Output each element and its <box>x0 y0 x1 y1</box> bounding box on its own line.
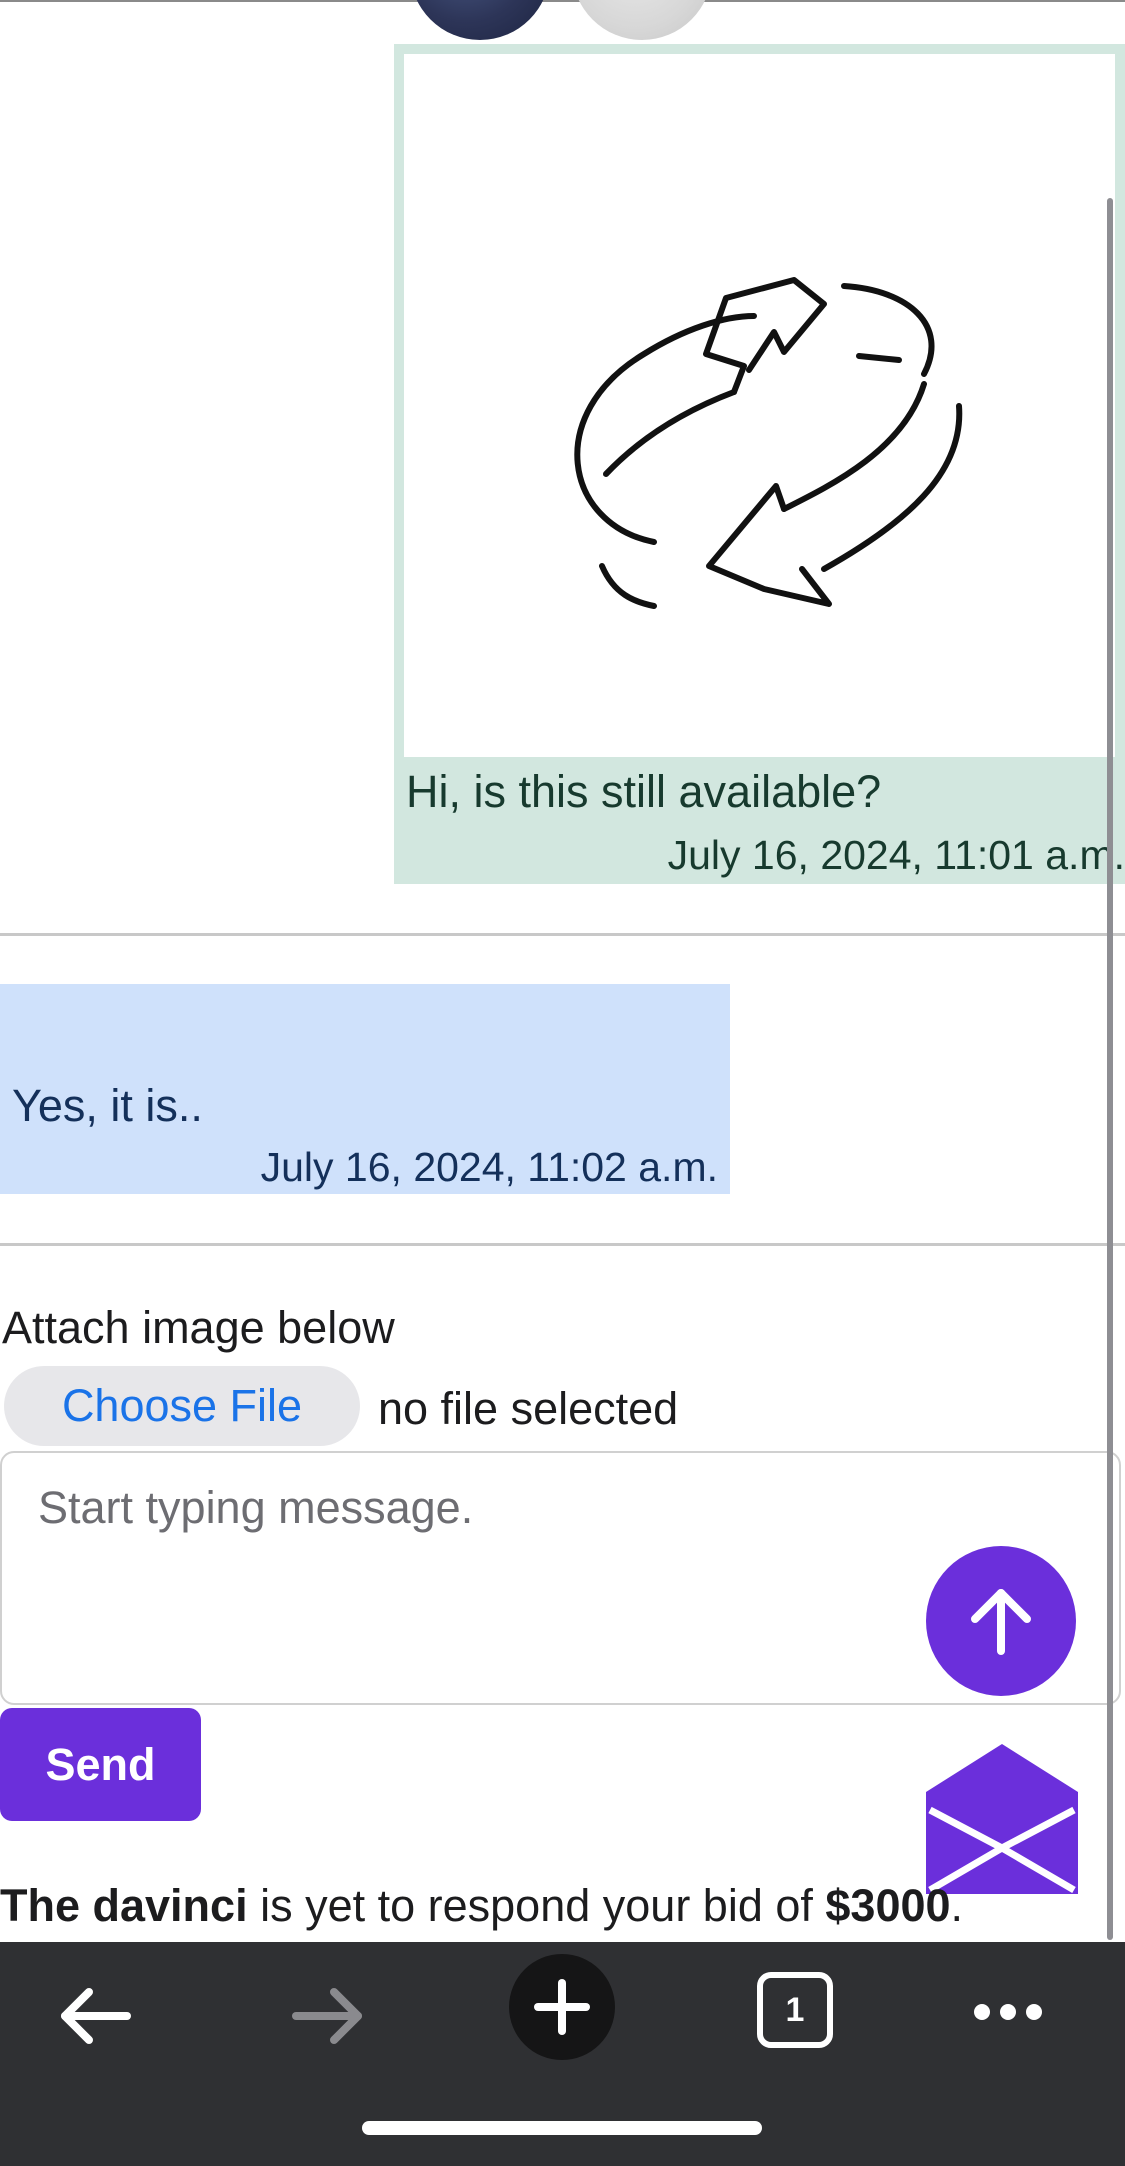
home-indicator <box>362 2121 762 2135</box>
forward-button[interactable] <box>283 1976 373 2056</box>
scrollbar[interactable] <box>1107 198 1113 1940</box>
tabs-button[interactable]: 1 <box>757 1972 833 2048</box>
back-button[interactable] <box>50 1976 140 2056</box>
user-avatar <box>410 0 550 40</box>
envelope-icon <box>926 1744 1078 1894</box>
attached-image[interactable] <box>404 54 1115 757</box>
message-divider <box>0 1243 1125 1246</box>
new-tab-plus-icon <box>534 1979 590 2035</box>
seller-avatar <box>572 0 712 40</box>
refresh-arrows-icon <box>574 277 963 609</box>
back-arrow-icon <box>61 1988 131 2044</box>
seller-name: The davinci <box>0 1880 248 1931</box>
bid-status-middle: is yet to respond your bid of <box>247 1880 826 1931</box>
messages-button[interactable] <box>926 1744 1078 1894</box>
choose-file-button[interactable]: Choose File <box>4 1366 360 1446</box>
top-divider <box>0 0 1125 2</box>
more-button[interactable] <box>966 1982 1050 2042</box>
sent-message-text: Hi, is this still available? <box>406 766 882 817</box>
bid-amount: $3000 <box>825 1880 951 1931</box>
attach-image-label: Attach image below <box>2 1302 395 1353</box>
new-tab-button[interactable] <box>509 1954 615 2060</box>
scroll-to-top-button[interactable] <box>926 1546 1076 1696</box>
sent-message-bubble: Hi, is this still available? July 16, 20… <box>394 44 1125 884</box>
arrow-up-icon <box>971 1589 1031 1655</box>
received-message-text: Yes, it is.. <box>12 1080 203 1131</box>
received-message-bubble: Yes, it is.. July 16, 2024, 11:02 a.m. <box>0 984 730 1194</box>
message-divider <box>0 933 1125 936</box>
received-message-timestamp: July 16, 2024, 11:02 a.m. <box>260 1144 718 1190</box>
bid-status-text: The davinci is yet to respond your bid o… <box>0 1880 963 1932</box>
bid-status-end: . <box>950 1880 964 1931</box>
sent-message-timestamp: July 16, 2024, 11:01 a.m. <box>667 832 1125 878</box>
browser-toolbar: 1 <box>0 1942 1125 2166</box>
file-status-text: no file selected <box>378 1383 679 1434</box>
more-icon <box>974 2004 1042 2020</box>
send-button[interactable]: Send <box>0 1708 201 1821</box>
tab-count: 1 <box>785 1990 805 2029</box>
forward-arrow-icon <box>292 1988 362 2044</box>
message-placeholder: Start typing message. <box>38 1482 474 1533</box>
